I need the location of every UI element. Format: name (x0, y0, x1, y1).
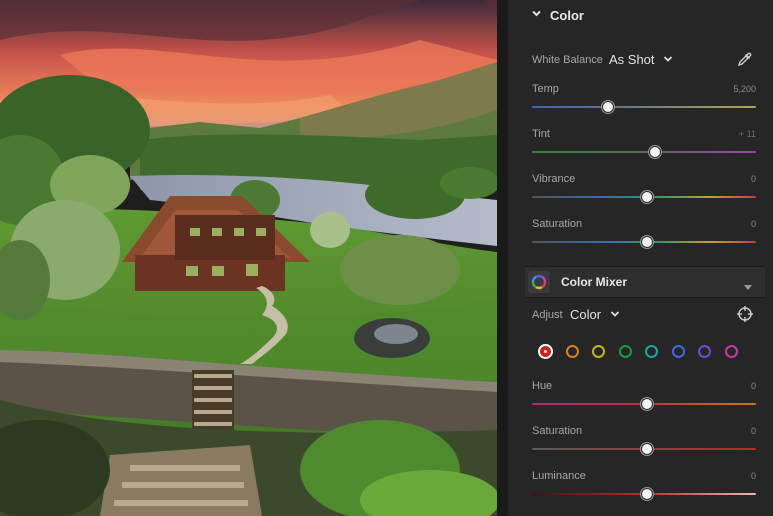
tint-label: Tint (532, 128, 550, 140)
triangle-down-icon[interactable] (744, 278, 752, 296)
hue-slider-thumb[interactable] (641, 398, 653, 410)
temp-slider-thumb[interactable] (602, 101, 614, 113)
swatch-aqua[interactable] (645, 345, 658, 358)
tint-value[interactable]: + 11 (696, 129, 756, 139)
color-wheel-icon (528, 271, 550, 293)
vibrance-slider-thumb[interactable] (641, 191, 653, 203)
target-icon[interactable] (736, 305, 754, 328)
white-balance-label: White Balance (532, 54, 603, 66)
swatch-orange[interactable] (566, 345, 579, 358)
edit-panel: Color White Balance As Shot Temp 5,200 T… (508, 0, 773, 516)
swatch-yellow[interactable] (592, 345, 605, 358)
adjust-label: Adjust (532, 309, 563, 321)
temp-value[interactable]: 5,200 (696, 84, 756, 94)
adjust-value: Color (570, 307, 602, 323)
tint-slider-track[interactable] (532, 151, 756, 153)
hue-value[interactable]: 0 (696, 381, 756, 391)
chevron-down-icon (610, 306, 620, 324)
swatch-purple[interactable] (698, 345, 711, 358)
vibrance-value[interactable]: 0 (696, 174, 756, 184)
mixer-saturation-label: Saturation (532, 425, 583, 437)
color-mixer-title: Color Mixer (561, 275, 628, 289)
mixer-saturation-slider-thumb[interactable] (641, 443, 653, 455)
saturation-slider-thumb[interactable] (641, 236, 653, 248)
panel-divider (497, 0, 508, 516)
luminance-slider-thumb[interactable] (641, 488, 653, 500)
swatch-blue[interactable] (672, 345, 685, 358)
swatch-red[interactable] (540, 346, 551, 357)
luminance-label: Luminance (532, 470, 586, 482)
white-balance-value: As Shot (609, 52, 655, 68)
temp-label: Temp (532, 83, 559, 95)
tint-slider-thumb[interactable] (649, 146, 661, 158)
saturation-value[interactable]: 0 (696, 219, 756, 229)
eyedropper-icon[interactable] (736, 50, 754, 73)
app-window: Color White Balance As Shot Temp 5,200 T… (0, 0, 773, 516)
saturation-label: Saturation (532, 218, 583, 230)
temp-slider-track[interactable] (532, 106, 756, 108)
landscape-photo (0, 0, 497, 516)
color-mixer-header[interactable]: Color Mixer (525, 266, 765, 298)
vibrance-label: Vibrance (532, 173, 576, 185)
adjust-dropdown[interactable]: Color (570, 306, 620, 324)
chevron-down-icon[interactable] (531, 8, 542, 22)
chevron-down-icon (663, 51, 673, 69)
luminance-value[interactable]: 0 (696, 471, 756, 481)
white-balance-dropdown[interactable]: As Shot (609, 51, 673, 69)
photo-canvas[interactable] (0, 0, 497, 516)
color-section-title[interactable]: Color (550, 8, 584, 23)
hue-label: Hue (532, 380, 553, 392)
swatch-magenta[interactable] (725, 345, 738, 358)
swatch-green[interactable] (619, 345, 632, 358)
mixer-saturation-value[interactable]: 0 (696, 426, 756, 436)
